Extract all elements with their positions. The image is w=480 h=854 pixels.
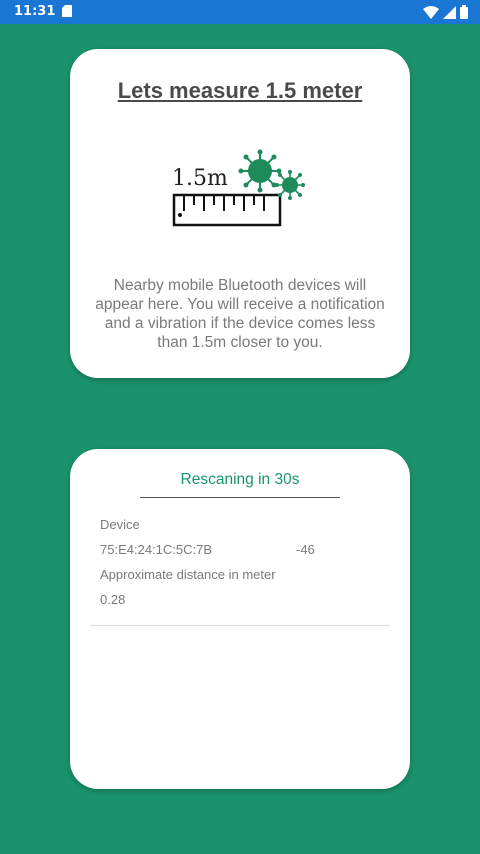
device-address: 75:E4:24:1C:5C:7B — [100, 542, 213, 557]
sd-card-icon — [62, 5, 72, 17]
device-address-row: 75:E4:24:1C:5C:7B -46 — [100, 542, 360, 567]
device-label: Device — [100, 517, 140, 532]
rescan-status: Rescaning in 30s — [140, 471, 340, 498]
device-rssi: -46 — [296, 542, 315, 557]
ruler-virus-icon: 1.5m — [172, 149, 305, 227]
status-icons — [423, 5, 468, 19]
illustration-label: 1.5m — [172, 166, 228, 191]
distance-value-row: 0.28 — [100, 592, 360, 617]
distance-label: Approximate distance in meter — [100, 567, 276, 582]
info-card: Lets measure 1.5 meter 1.5m Nearby mobil… — [70, 49, 410, 378]
description-text: Nearby mobile Bluetooth devices will app… — [95, 277, 385, 351]
page-title: Lets measure 1.5 meter — [117, 78, 363, 103]
status-bar: 11:31 — [0, 0, 480, 24]
distance-label-row: Approximate distance in meter — [100, 567, 360, 592]
battery-icon — [460, 5, 468, 19]
device-list-card: Rescaning in 30s Device 75:E4:24:1C:5C:7… — [70, 449, 410, 789]
status-time: 11:31 — [14, 4, 56, 19]
distance-value: 0.28 — [100, 592, 126, 607]
cellular-signal-icon — [443, 5, 456, 19]
device-label-row: Device — [100, 517, 360, 542]
list-divider — [90, 625, 390, 626]
wifi-icon — [423, 5, 439, 19]
device-list-item[interactable]: Device 75:E4:24:1C:5C:7B -46 Approximate… — [100, 517, 360, 617]
